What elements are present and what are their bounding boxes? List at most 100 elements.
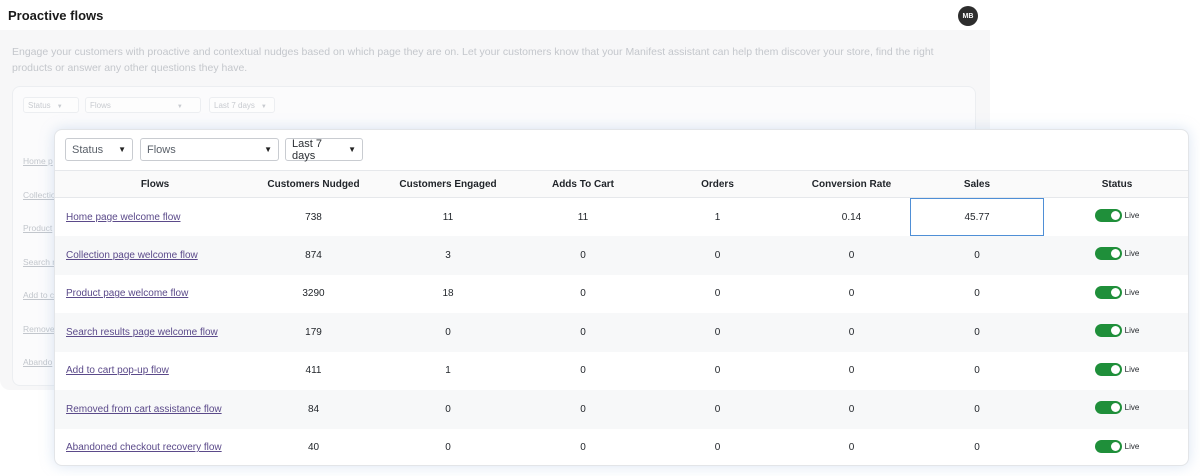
status-label: Live <box>1124 211 1140 220</box>
flows-filter-dropdown[interactable]: Flows ▼ <box>140 138 279 161</box>
status-toggle[interactable]: Live <box>1094 247 1140 261</box>
orders-cell[interactable]: 0 <box>642 390 793 429</box>
status-toggle[interactable]: Live <box>1094 285 1139 299</box>
customers-engaged-cell[interactable]: 11 <box>372 198 524 237</box>
status-label: Live <box>1124 326 1140 336</box>
flow-link[interactable]: Abandoned checkout recovery flow <box>66 442 222 453</box>
toggle-switch-icon[interactable] <box>1094 285 1122 299</box>
background-row-link: Product <box>23 223 53 233</box>
customers-engaged-cell[interactable]: 18 <box>372 275 524 314</box>
status-label: Live <box>1124 249 1140 259</box>
customers-engaged-cell[interactable]: 3 <box>372 236 524 275</box>
sales-cell[interactable]: 0 <box>910 275 1044 314</box>
customers-engaged-cell[interactable]: 1 <box>372 352 524 391</box>
adds-to-cart-cell[interactable]: 0 <box>524 352 642 391</box>
column-header-sales[interactable]: Sales <box>910 170 1044 198</box>
adds-to-cart-cell[interactable]: 0 <box>524 275 642 314</box>
date-range-dropdown[interactable]: Last 7 days ▼ <box>285 137 363 162</box>
adds-to-cart-cell[interactable]: 0 <box>524 236 642 275</box>
table-row: Abandoned checkout recovery flow 40 0 0 0 0 0 L… <box>55 429 1188 466</box>
avatar[interactable]: MB <box>958 6 978 26</box>
sales-cell[interactable]: 0 <box>910 390 1044 429</box>
toggle-switch-icon[interactable] <box>1094 247 1122 261</box>
caret-down-icon: ▼ <box>56 104 63 110</box>
status-toggle[interactable]: Live <box>1094 401 1139 415</box>
customers-nudged-cell[interactable]: 738 <box>255 198 372 237</box>
column-header-flows[interactable]: Flows <box>55 170 255 198</box>
toggle-switch-icon[interactable] <box>1094 324 1122 338</box>
adds-to-cart-cell[interactable]: 0 <box>524 313 642 352</box>
column-header-status[interactable]: Status <box>1044 170 1188 198</box>
adds-to-cart-cell[interactable]: 0 <box>524 390 642 429</box>
adds-to-cart-cell[interactable]: 11 <box>524 198 642 237</box>
sales-cell[interactable]: 45.77 <box>910 197 1044 236</box>
toggle-switch-icon[interactable] <box>1094 401 1122 415</box>
flow-cell: Home page welcome flow <box>55 198 255 237</box>
caret-down-icon: ▼ <box>260 104 267 110</box>
customers-nudged-cell[interactable]: 874 <box>255 236 372 275</box>
table-row: Home page welcome flow 738 11 11 1 0.14 45.77 L… <box>55 197 1188 237</box>
customers-nudged-cell[interactable]: 179 <box>255 313 372 352</box>
table-row: Product page welcome flow 3290 18 0 0 0 0 Live <box>55 275 1188 314</box>
customers-nudged-cell[interactable]: 84 <box>255 390 372 429</box>
column-header-customers-nudged[interactable]: Customers Nudged <box>255 170 372 198</box>
customers-nudged-cell[interactable]: 40 <box>255 429 372 466</box>
background-row-link: Search r <box>23 256 56 267</box>
status-cell: Live <box>1044 352 1188 391</box>
status-toggle[interactable]: Live <box>1094 324 1140 338</box>
background-status-filter: Status ▼ <box>23 97 79 113</box>
flow-link[interactable]: Search results page welcome flow <box>66 327 218 338</box>
background-row-link: Collectio <box>23 189 56 200</box>
customers-engaged-cell[interactable]: 0 <box>372 390 524 429</box>
customers-nudged-cell[interactable]: 3290 <box>255 275 372 314</box>
customers-engaged-cell[interactable]: 0 <box>372 313 524 352</box>
caret-down-icon: ▼ <box>348 145 356 154</box>
table-row: Collection page welcome flow 874 3 0 0 0 0 Live <box>55 236 1188 275</box>
orders-cell[interactable]: 0 <box>642 429 793 466</box>
sales-cell[interactable]: 0 <box>910 236 1044 275</box>
flow-cell: Collection page welcome flow <box>55 236 255 275</box>
conversion-rate-cell[interactable]: 0 <box>793 236 910 275</box>
toggle-switch-icon[interactable] <box>1094 439 1122 453</box>
conversion-rate-cell[interactable]: 0 <box>793 313 910 352</box>
status-toggle[interactable]: Live <box>1094 209 1140 222</box>
sales-cell[interactable]: 0 <box>910 313 1044 352</box>
column-header-conversion-rate[interactable]: Conversion Rate <box>793 170 910 198</box>
orders-cell[interactable]: 0 <box>642 313 793 352</box>
sales-cell[interactable]: 0 <box>910 352 1044 391</box>
conversion-rate-cell[interactable]: 0 <box>793 429 910 466</box>
status-toggle[interactable]: Live <box>1094 439 1140 453</box>
status-toggle[interactable]: Live <box>1094 362 1139 376</box>
orders-cell[interactable]: 0 <box>642 352 793 391</box>
flow-link[interactable]: Removed from cart assistance flow <box>66 404 222 415</box>
column-header-orders[interactable]: Orders <box>642 170 793 198</box>
conversion-rate-cell[interactable]: 0 <box>793 275 910 314</box>
orders-cell[interactable]: 0 <box>642 236 793 275</box>
flows-table: Flows Customers Nudged Customers Engaged… <box>55 170 1188 466</box>
flow-cell: Abandoned checkout recovery flow <box>55 429 255 466</box>
status-label: Live <box>1124 441 1140 451</box>
background-row-link: Add to c <box>23 290 55 300</box>
toggle-switch-icon[interactable] <box>1094 362 1122 376</box>
sales-cell[interactable]: 0 <box>910 429 1044 466</box>
column-header-customers-engaged[interactable]: Customers Engaged <box>372 170 524 198</box>
flow-link[interactable]: Home page welcome flow <box>66 212 181 223</box>
adds-to-cart-cell[interactable]: 0 <box>524 429 642 466</box>
date-range-label: Last 7 days <box>292 137 322 162</box>
conversion-rate-cell[interactable]: 0 <box>793 352 910 391</box>
conversion-rate-cell[interactable]: 0 <box>793 390 910 429</box>
background-row-link: Home p <box>23 156 53 166</box>
orders-cell[interactable]: 1 <box>642 198 793 237</box>
orders-cell[interactable]: 0 <box>642 275 793 314</box>
customers-nudged-cell[interactable]: 411 <box>255 352 372 391</box>
toggle-switch-icon[interactable] <box>1094 209 1122 222</box>
flow-link[interactable]: Add to cart pop-up flow <box>66 365 169 376</box>
table-row: Removed from cart assistance flow 84 0 0 0 0 0… <box>55 390 1188 429</box>
status-filter-dropdown[interactable]: Status ▼ <box>65 138 133 161</box>
column-header-adds-to-cart[interactable]: Adds To Cart <box>524 170 642 198</box>
flow-cell: Search results page welcome flow <box>55 313 255 352</box>
conversion-rate-cell[interactable]: 0.14 <box>793 198 910 237</box>
flow-link[interactable]: Collection page welcome flow <box>66 250 198 261</box>
flow-link[interactable]: Product page welcome flow <box>66 288 188 299</box>
customers-engaged-cell[interactable]: 0 <box>372 429 524 466</box>
